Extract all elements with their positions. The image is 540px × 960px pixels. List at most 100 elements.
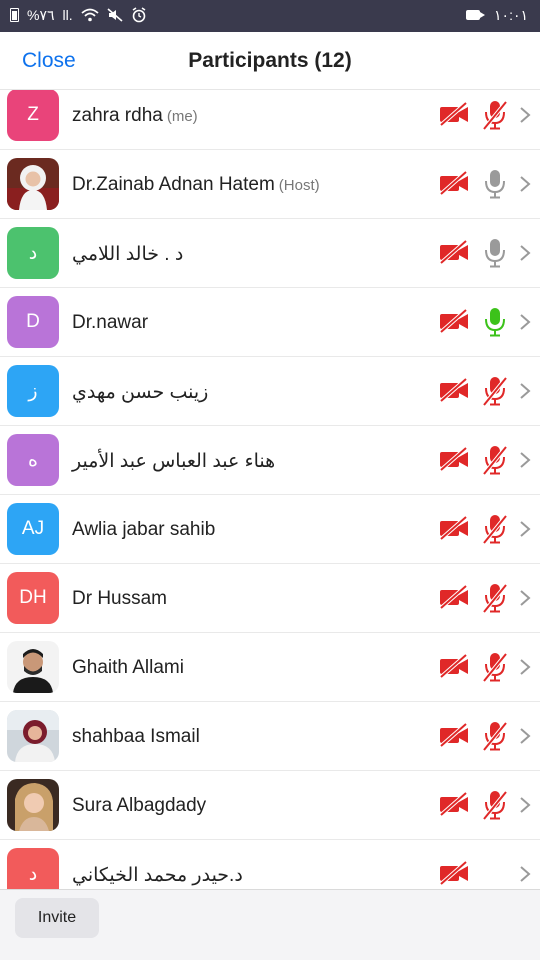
avatar bbox=[7, 641, 59, 693]
participant-name-text: zahra rdha bbox=[72, 105, 163, 126]
mic-active-icon bbox=[482, 306, 508, 338]
video-recording-icon bbox=[466, 10, 486, 20]
wifi-icon bbox=[81, 8, 99, 22]
participant-row[interactable]: ز زينب حسن مهدي bbox=[0, 357, 540, 426]
video-off-icon bbox=[438, 308, 470, 334]
participant-row[interactable]: Zzahra rdha (me) bbox=[0, 90, 540, 150]
chevron-right-icon bbox=[519, 727, 531, 745]
chevron-right-icon bbox=[519, 106, 531, 124]
chevron-right-icon bbox=[519, 313, 531, 331]
chevron-right-icon bbox=[519, 244, 531, 262]
participant-row[interactable]: د د . خالد اللامي bbox=[0, 219, 540, 288]
battery-percent: %٧٦ bbox=[27, 7, 55, 23]
chevron-right-icon bbox=[519, 175, 531, 193]
footer-bar: Invite bbox=[0, 889, 540, 960]
video-off-icon bbox=[438, 515, 470, 541]
participant-name-text: shahbaa Ismail bbox=[72, 726, 200, 747]
signal-icon: ll. bbox=[62, 7, 73, 23]
participant-name-text: Ghaith Allami bbox=[72, 657, 184, 678]
mic-icon bbox=[482, 168, 508, 200]
participant-name-text: Sura Albagdady bbox=[72, 795, 207, 816]
participant-name: shahbaa Ismail bbox=[72, 726, 200, 748]
participant-row[interactable]: Sura Albagdady bbox=[0, 771, 540, 840]
mic-muted-icon bbox=[482, 513, 508, 545]
participant-row[interactable]: AJ Awlia jabar sahib bbox=[0, 495, 540, 564]
status-bar-left: %٧٦ ll. bbox=[10, 6, 147, 24]
participant-row[interactable]: Dr.Zainab Adnan Hatem (Host) bbox=[0, 150, 540, 219]
participant-name: zahra rdha (me) bbox=[72, 105, 198, 127]
participant-name-text: هناء عبد العباس عبد الأمير bbox=[72, 451, 276, 472]
participant-name: زينب حسن مهدي bbox=[72, 381, 208, 404]
mic-muted-icon bbox=[482, 720, 508, 752]
status-bar: %٧٦ ll. ١٠:٠١ bbox=[0, 0, 540, 32]
participant-name: Dr Hussam bbox=[72, 588, 167, 610]
video-off-icon bbox=[438, 584, 470, 610]
participant-name: Sura Albagdady bbox=[72, 795, 206, 817]
mic-muted-icon bbox=[482, 582, 508, 614]
mic-muted-icon bbox=[482, 375, 508, 407]
participant-row[interactable]: ه هناء عبد العباس عبد الأمير bbox=[0, 426, 540, 495]
participant-row[interactable]: Ghaith Allami bbox=[0, 633, 540, 702]
avatar: د bbox=[7, 227, 59, 279]
avatar bbox=[7, 779, 59, 831]
page-title: Participants (12) bbox=[188, 49, 352, 72]
mute-icon bbox=[107, 8, 123, 22]
video-off-icon bbox=[438, 722, 470, 748]
avatar: AJ bbox=[7, 503, 59, 555]
participant-role-tag: (Host) bbox=[278, 177, 320, 194]
participant-name: هناء عبد العباس عبد الأمير bbox=[72, 450, 275, 473]
video-off-icon bbox=[438, 377, 470, 403]
invite-button[interactable]: Invite bbox=[15, 898, 99, 938]
chevron-right-icon bbox=[519, 658, 531, 676]
participant-name-text: Dr Hussam bbox=[72, 588, 168, 609]
participant-name-text: Awlia jabar sahib bbox=[72, 519, 216, 540]
video-off-icon bbox=[438, 170, 470, 196]
status-bar-right: ١٠:٠١ bbox=[466, 6, 528, 24]
participant-name: د . خالد اللامي bbox=[72, 243, 183, 266]
battery-icon bbox=[10, 8, 19, 22]
chevron-right-icon bbox=[519, 382, 531, 400]
participant-name-text: Dr.Zainab Adnan Hatem bbox=[72, 174, 275, 195]
video-off-icon bbox=[438, 446, 470, 472]
avatar: ز bbox=[7, 365, 59, 417]
participant-name-text: د . خالد اللامي bbox=[72, 244, 184, 265]
participant-row[interactable]: DH Dr Hussam bbox=[0, 564, 540, 633]
participant-name-text: Dr.nawar bbox=[72, 312, 149, 333]
participant-name: Awlia jabar sahib bbox=[72, 519, 215, 541]
avatar: Z bbox=[7, 90, 59, 141]
mic-muted-icon bbox=[482, 651, 508, 683]
participant-row[interactable]: shahbaa Ismail bbox=[0, 702, 540, 771]
participant-role-tag: (me) bbox=[166, 108, 198, 125]
participant-name-text: زينب حسن مهدي bbox=[72, 382, 209, 403]
participant-name: Dr.nawar bbox=[72, 312, 148, 334]
clock: ١٠:٠١ bbox=[494, 7, 528, 23]
alarm-icon bbox=[132, 7, 146, 23]
chevron-right-icon bbox=[519, 589, 531, 607]
video-off-icon bbox=[438, 101, 470, 127]
avatar bbox=[7, 158, 59, 210]
header: Close Participants (12) bbox=[0, 32, 540, 90]
mic-muted-icon bbox=[482, 444, 508, 476]
participant-name: د.حيدر محمد الخيكاني bbox=[72, 864, 243, 887]
chevron-right-icon bbox=[519, 451, 531, 469]
avatar: DH bbox=[7, 572, 59, 624]
mic-icon bbox=[482, 237, 508, 269]
participant-list[interactable]: Zzahra rdha (me) Dr.Zainab Adnan Hatem (Hos… bbox=[0, 90, 540, 890]
chevron-right-icon bbox=[519, 865, 531, 883]
video-off-icon bbox=[438, 239, 470, 265]
mic-muted-icon bbox=[482, 789, 508, 821]
participant-name: Ghaith Allami bbox=[72, 657, 184, 679]
chevron-right-icon bbox=[519, 796, 531, 814]
avatar bbox=[7, 710, 59, 762]
avatar: د bbox=[7, 848, 59, 890]
participant-row[interactable]: D Dr.nawar bbox=[0, 288, 540, 357]
video-off-icon bbox=[438, 791, 470, 817]
chevron-right-icon bbox=[519, 520, 531, 538]
video-off-icon bbox=[438, 653, 470, 679]
avatar: D bbox=[7, 296, 59, 348]
participant-name: Dr.Zainab Adnan Hatem (Host) bbox=[72, 174, 320, 196]
avatar: ه bbox=[7, 434, 59, 486]
participant-name-text: د.حيدر محمد الخيكاني bbox=[72, 865, 243, 886]
mic-muted-icon bbox=[482, 99, 508, 131]
participant-row[interactable]: د د.حيدر محمد الخيكاني bbox=[0, 840, 540, 890]
